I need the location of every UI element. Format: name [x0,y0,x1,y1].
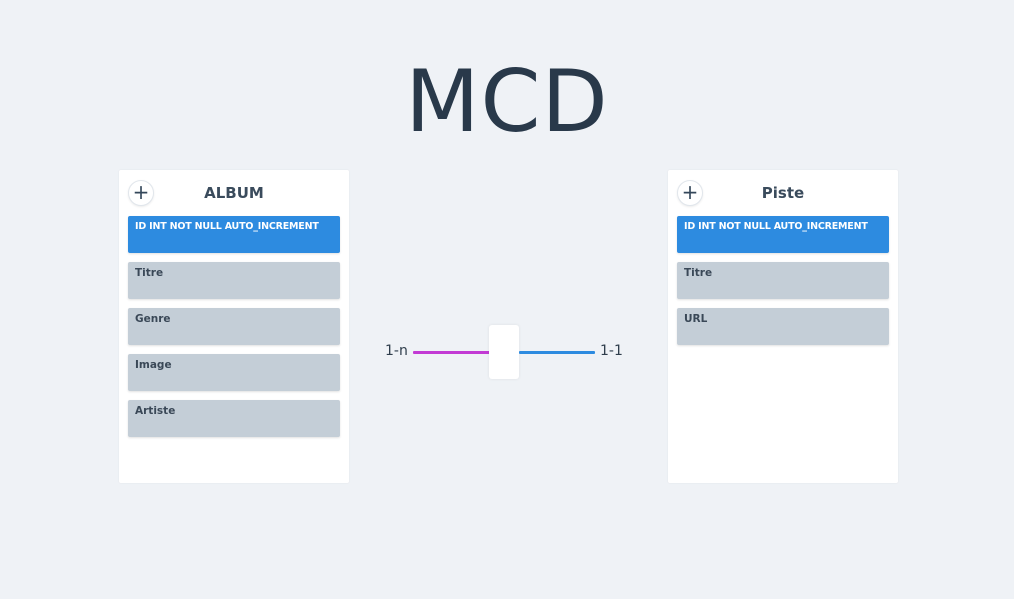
field-titre[interactable]: Titre [128,262,340,299]
field-list: ID INT NOT NULL AUTO_INCREMENT Titre URL [677,216,889,354]
relation-link: 1-n 1-1 [380,322,630,382]
left-cardinality: 1-n [385,343,408,359]
entity-album[interactable]: + ALBUM ID INT NOT NULL AUTO_INCREMENT T… [119,170,349,483]
field-genre[interactable]: Genre [128,308,340,345]
diagram-title: MCD [405,52,609,152]
field-artiste[interactable]: Artiste [128,400,340,437]
entity-piste[interactable]: + Piste ID INT NOT NULL AUTO_INCREMENT T… [668,170,898,483]
field-primary-key[interactable]: ID INT NOT NULL AUTO_INCREMENT [677,216,889,253]
relation-line-right [519,351,595,354]
add-field-button[interactable]: + [128,180,154,206]
field-list: ID INT NOT NULL AUTO_INCREMENT Titre Gen… [128,216,340,446]
add-field-button[interactable]: + [677,180,703,206]
association-node[interactable] [489,325,519,379]
right-cardinality: 1-1 [600,343,623,359]
entity-name[interactable]: Piste [708,184,898,202]
entity-name[interactable]: ALBUM [159,184,349,202]
field-url[interactable]: URL [677,308,889,345]
relation-line-left [413,351,490,354]
field-image[interactable]: Image [128,354,340,391]
field-titre[interactable]: Titre [677,262,889,299]
field-primary-key[interactable]: ID INT NOT NULL AUTO_INCREMENT [128,216,340,253]
